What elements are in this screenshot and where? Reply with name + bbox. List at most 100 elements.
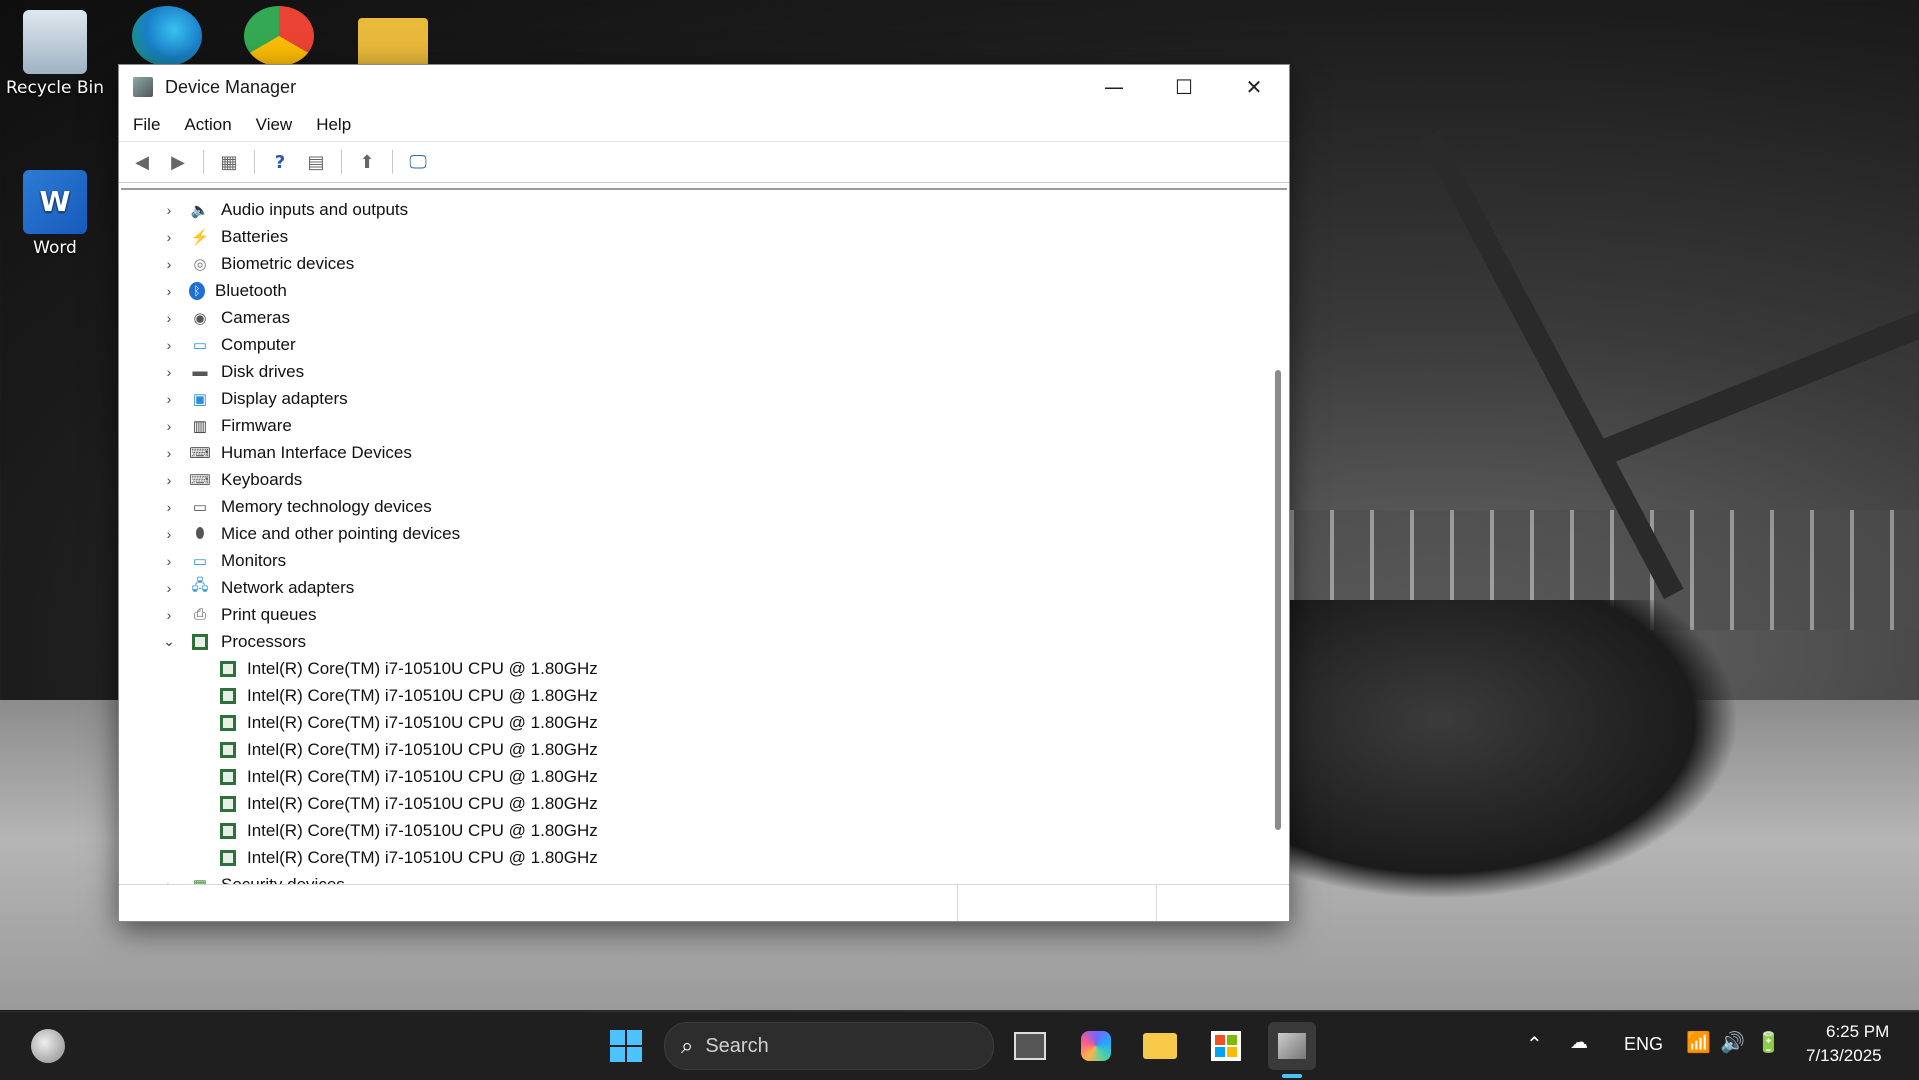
language-indicator[interactable]: ENG: [1624, 1034, 1663, 1055]
chevron-right-icon[interactable]: ›: [159, 472, 179, 488]
tree-item-cameras[interactable]: › ◉ Cameras: [121, 304, 1287, 331]
start-button-icon[interactable]: [602, 1022, 650, 1070]
tree-item-label: Disk drives: [221, 361, 305, 381]
chevron-up-icon[interactable]: ⌃: [1526, 1032, 1543, 1057]
firmware-chip-icon: ▥: [192, 417, 208, 435]
keyboard-icon: ⌨: [189, 471, 211, 489]
toolbar-separator: [203, 150, 204, 174]
tree-item-cpu[interactable]: Intel(R) Core(TM) i7-10510U CPU @ 1.80GH…: [121, 790, 1287, 817]
chevron-right-icon[interactable]: ›: [159, 202, 179, 218]
vertical-scrollbar[interactable]: [1275, 370, 1281, 830]
copilot-icon[interactable]: [1072, 1022, 1120, 1070]
word-shortcut[interactable]: W Word: [0, 170, 110, 258]
menu-help[interactable]: Help: [316, 115, 351, 135]
tree-item-memory-technology[interactable]: › ▭ Memory technology devices: [121, 493, 1287, 520]
menu-action[interactable]: Action: [184, 115, 231, 135]
scan-hardware-icon[interactable]: 🖵: [403, 148, 433, 176]
tree-item-print-queues[interactable]: › ⎙ Print queues: [121, 601, 1287, 628]
status-cell: [119, 885, 958, 921]
cpu-label: Intel(R) Core(TM) i7-10510U CPU @ 1.80GH…: [247, 793, 598, 813]
maximize-button[interactable]: ☐: [1149, 65, 1219, 109]
tree-item-computer[interactable]: › ▭ Computer: [121, 331, 1287, 358]
weather-widget-icon[interactable]: [24, 1022, 72, 1070]
chevron-right-icon[interactable]: ›: [159, 526, 179, 542]
device-tree-pane[interactable]: › 🔈 Audio inputs and outputs › ⚡ Batteries ›…: [121, 188, 1287, 885]
back-arrow-icon[interactable]: ◀: [127, 148, 157, 176]
update-driver-icon[interactable]: ⬆: [352, 148, 382, 176]
forward-arrow-icon[interactable]: ▶: [163, 148, 193, 176]
tree-item-disk-drives[interactable]: › ▬ Disk drives: [121, 358, 1287, 385]
tree-item-monitors[interactable]: › ▭ Monitors: [121, 547, 1287, 574]
chevron-right-icon[interactable]: ›: [159, 229, 179, 245]
chevron-right-icon[interactable]: ›: [159, 499, 179, 515]
tree-item-biometric[interactable]: › ◎ Biometric devices: [121, 250, 1287, 277]
help-icon[interactable]: ?: [265, 148, 295, 176]
chevron-right-icon[interactable]: ›: [159, 445, 179, 461]
clock-date[interactable]: 7/13/2025: [1806, 1046, 1882, 1066]
chevron-right-icon[interactable]: ›: [159, 283, 179, 299]
onedrive-offline-icon[interactable]: ☁: [1570, 1032, 1588, 1053]
clock-time[interactable]: 6:25 PM: [1826, 1022, 1889, 1042]
processor-icon: [189, 632, 211, 652]
word-label: Word: [33, 238, 77, 258]
window-title: Device Manager: [165, 76, 297, 97]
chevron-down-icon[interactable]: ⌄: [159, 633, 179, 650]
menu-file[interactable]: File: [133, 115, 160, 135]
taskbar-search[interactable]: ⌕ Search: [664, 1022, 994, 1070]
volume-icon[interactable]: 🔊: [1720, 1030, 1745, 1055]
tree-item-label: Cameras: [221, 307, 290, 327]
tree-item-cpu[interactable]: Intel(R) Core(TM) i7-10510U CPU @ 1.80GH…: [121, 844, 1287, 871]
tree-item-cpu[interactable]: Intel(R) Core(TM) i7-10510U CPU @ 1.80GH…: [121, 736, 1287, 763]
chevron-right-icon[interactable]: ›: [159, 310, 179, 326]
minimize-button[interactable]: —: [1079, 65, 1149, 109]
wifi-icon[interactable]: 📶: [1686, 1030, 1711, 1055]
processor-icon: [217, 821, 239, 841]
close-button[interactable]: ✕: [1219, 65, 1289, 109]
device-manager-window[interactable]: Device Manager — ☐ ✕ File Action View He…: [118, 64, 1290, 922]
tree-item-security-devices[interactable]: › ▦ Security devices: [121, 871, 1287, 886]
chevron-right-icon[interactable]: ›: [159, 580, 179, 596]
cpu-label: Intel(R) Core(TM) i7-10510U CPU @ 1.80GH…: [247, 766, 598, 786]
chevron-right-icon[interactable]: ›: [159, 607, 179, 623]
tree-item-cpu[interactable]: Intel(R) Core(TM) i7-10510U CPU @ 1.80GH…: [121, 655, 1287, 682]
tree-item-hid[interactable]: › ⌨ Human Interface Devices: [121, 439, 1287, 466]
cpu-label: Intel(R) Core(TM) i7-10510U CPU @ 1.80GH…: [247, 685, 598, 705]
tree-item-cpu[interactable]: Intel(R) Core(TM) i7-10510U CPU @ 1.80GH…: [121, 817, 1287, 844]
tree-item-keyboards[interactable]: › ⌨ Keyboards: [121, 466, 1287, 493]
chevron-right-icon[interactable]: ›: [159, 553, 179, 569]
tree-item-batteries[interactable]: › ⚡ Batteries: [121, 223, 1287, 250]
recycle-bin-shortcut[interactable]: Recycle Bin: [0, 10, 110, 98]
file-explorer-icon[interactable]: [1136, 1022, 1184, 1070]
properties-grid-icon[interactable]: ▦: [214, 148, 244, 176]
menu-view[interactable]: View: [256, 115, 293, 135]
folder-icon[interactable]: [358, 18, 428, 68]
device-manager-taskbar-icon[interactable]: [1268, 1022, 1316, 1070]
edge-icon[interactable]: [132, 6, 202, 66]
processor-icon: [217, 740, 239, 760]
chevron-right-icon[interactable]: ›: [159, 364, 179, 380]
chevron-right-icon[interactable]: ›: [159, 256, 179, 272]
tree-item-cpu[interactable]: Intel(R) Core(TM) i7-10510U CPU @ 1.80GH…: [121, 709, 1287, 736]
tree-item-network-adapters[interactable]: › 🖧 Network adapters: [121, 574, 1287, 601]
microsoft-store-icon[interactable]: [1202, 1022, 1250, 1070]
tree-item-display-adapters[interactable]: › ▣ Display adapters: [121, 385, 1287, 412]
chevron-right-icon[interactable]: ›: [159, 337, 179, 353]
tree-item-bluetooth[interactable]: › ᛒ Bluetooth: [121, 277, 1287, 304]
tree-item-audio[interactable]: › 🔈 Audio inputs and outputs: [121, 196, 1287, 223]
tree-item-cpu[interactable]: Intel(R) Core(TM) i7-10510U CPU @ 1.80GH…: [121, 682, 1287, 709]
tree-item-cpu[interactable]: Intel(R) Core(TM) i7-10510U CPU @ 1.80GH…: [121, 763, 1287, 790]
show-hidden-icon[interactable]: ▤: [301, 148, 331, 176]
cpu-label: Intel(R) Core(TM) i7-10510U CPU @ 1.80GH…: [247, 820, 598, 840]
chrome-icon[interactable]: [244, 6, 314, 66]
toolbar-separator: [392, 150, 393, 174]
printer-icon: ⎙: [193, 606, 206, 623]
tree-item-processors[interactable]: ⌄ Processors: [121, 628, 1287, 655]
chevron-right-icon[interactable]: ›: [159, 418, 179, 434]
title-bar[interactable]: Device Manager — ☐ ✕: [119, 65, 1289, 109]
tree-item-firmware[interactable]: › ▥ Firmware: [121, 412, 1287, 439]
menu-bar: File Action View Help: [119, 109, 1289, 141]
chevron-right-icon[interactable]: ›: [159, 391, 179, 407]
battery-icon[interactable]: 🔋: [1756, 1030, 1781, 1055]
tree-item-mice[interactable]: › ⬮ Mice and other pointing devices: [121, 520, 1287, 547]
task-view-icon[interactable]: [1006, 1022, 1054, 1070]
